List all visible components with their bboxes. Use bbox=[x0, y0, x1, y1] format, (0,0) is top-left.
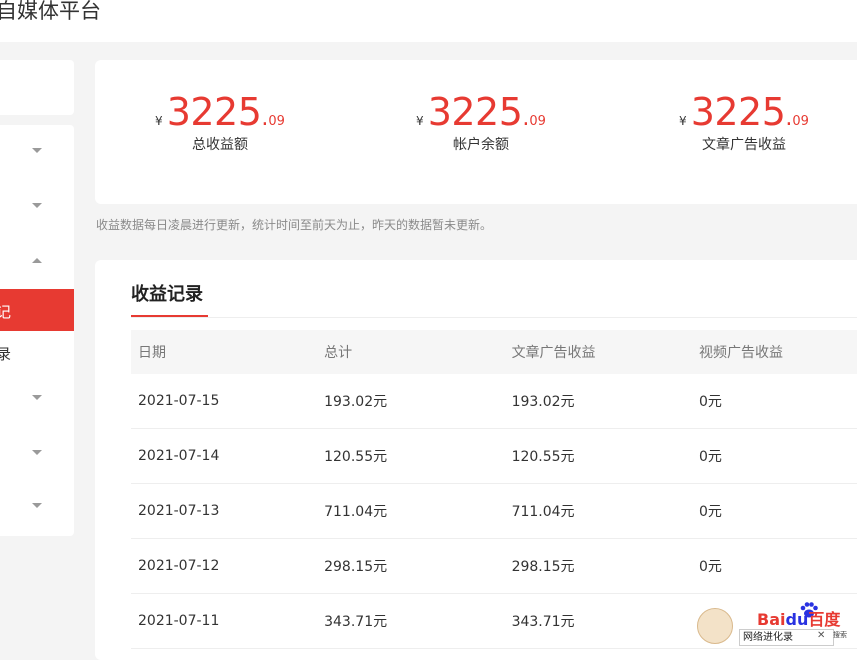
sidebar-item-7[interactable] bbox=[0, 432, 74, 474]
table-row: 2021-07-14 120.55元 120.55元 0元 bbox=[131, 428, 857, 484]
cell-date: 2021-07-15 bbox=[131, 374, 318, 429]
sidebar-item-label: 录 bbox=[0, 345, 12, 363]
cell-article-ad: 298.15元 bbox=[504, 538, 693, 594]
stats-card: ¥3225.09 总收益额 ¥3225.09 帐户余额 ¥3225.09 文章广… bbox=[95, 60, 857, 204]
sidebar-item-income-records[interactable]: 记 bbox=[0, 289, 74, 331]
table-row: 2021-07-12 298.15元 298.15元 0元 bbox=[131, 538, 857, 594]
chevron-down-icon bbox=[32, 395, 42, 400]
app-title: 自媒体平台 bbox=[0, 0, 101, 23]
chevron-down-icon bbox=[32, 148, 42, 153]
stat-article-ad-income: ¥3225.09 文章广告收益 bbox=[644, 90, 844, 154]
brand-part: Bai bbox=[757, 610, 786, 629]
top-bar: 自媒体平台 bbox=[0, 0, 857, 42]
sidebar-item-6[interactable] bbox=[0, 377, 74, 419]
cell-article-ad: 711.04元 bbox=[504, 483, 693, 539]
baidu-logo-text: Baidu百度 bbox=[757, 606, 840, 630]
stat-total-income: ¥3225.09 总收益额 bbox=[120, 90, 320, 154]
sidebar-item-3[interactable] bbox=[0, 240, 74, 282]
cell-total: 711.04元 bbox=[317, 483, 505, 539]
chevron-down-icon bbox=[32, 450, 42, 455]
watermark-search-button: 搜索 bbox=[833, 631, 847, 639]
cell-total: 120.55元 bbox=[317, 428, 505, 484]
cell-date: 2021-07-13 bbox=[131, 483, 318, 539]
sidebar-item-1[interactable] bbox=[0, 130, 74, 172]
chevron-up-icon bbox=[32, 258, 42, 263]
table-row: 2021-07-15 193.02元 193.02元 0元 bbox=[131, 374, 857, 429]
cell-date: 2021-07-12 bbox=[131, 538, 318, 594]
brand-part: du bbox=[785, 610, 809, 629]
stat-amount: ¥3225.09 bbox=[381, 90, 581, 134]
amount-integer: 3225 bbox=[690, 90, 786, 134]
baidu-watermark: Baidu百度 网络进化录 ✕ 搜索 bbox=[697, 598, 857, 648]
amount-decimal: 09 bbox=[268, 114, 285, 129]
sidebar-item-8[interactable] bbox=[0, 485, 74, 527]
amount-decimal: 09 bbox=[792, 114, 809, 129]
cell-video-ad: 0元 bbox=[692, 538, 857, 594]
cell-video-ad: 0元 bbox=[692, 428, 857, 484]
sidebar-header-panel bbox=[0, 60, 74, 115]
table-row: 2021-07-13 711.04元 711.04元 0元 bbox=[131, 483, 857, 539]
chevron-down-icon bbox=[32, 503, 42, 508]
cell-video-ad: 0元 bbox=[692, 483, 857, 539]
mascot-icon bbox=[697, 608, 733, 644]
amount-integer: 3225 bbox=[166, 90, 262, 134]
table-header-row: 日期 总计 文章广告收益 视频广告收益 bbox=[131, 330, 857, 374]
sidebar-menu: 记 录 bbox=[0, 125, 74, 536]
stat-account-balance: ¥3225.09 帐户余额 bbox=[381, 90, 581, 154]
stat-caption: 文章广告收益 bbox=[702, 137, 786, 153]
column-header-article-ad: 文章广告收益 bbox=[504, 330, 693, 374]
chevron-down-icon bbox=[32, 203, 42, 208]
cell-total: 193.02元 bbox=[317, 374, 505, 429]
cell-article-ad: 193.02元 bbox=[504, 374, 693, 429]
column-header-video-ad: 视频广告收益 bbox=[692, 330, 857, 374]
close-icon: ✕ bbox=[817, 630, 826, 641]
sidebar-item-5[interactable]: 录 bbox=[0, 331, 74, 373]
divider bbox=[131, 317, 857, 318]
cell-article-ad: 120.55元 bbox=[504, 428, 693, 484]
currency-symbol: ¥ bbox=[416, 114, 424, 128]
column-header-total: 总计 bbox=[317, 330, 505, 374]
update-notice: 收益数据每日凌晨进行更新，统计时间至前天为止，昨天的数据暂未更新。 bbox=[96, 218, 493, 232]
cell-total: 298.15元 bbox=[317, 538, 505, 594]
cell-date: 2021-07-11 bbox=[131, 593, 318, 649]
currency-symbol: ¥ bbox=[679, 114, 687, 128]
cell-date: 2021-07-14 bbox=[131, 428, 318, 484]
cell-video-ad: 0元 bbox=[692, 374, 857, 429]
amount-decimal: 09 bbox=[529, 114, 546, 129]
cell-total: 343.71元 bbox=[317, 593, 505, 649]
amount-integer: 3225 bbox=[427, 90, 523, 134]
cell-article-ad: 343.71元 bbox=[504, 593, 693, 649]
sidebar-item-label: 记 bbox=[0, 303, 12, 321]
stat-caption: 总收益额 bbox=[192, 137, 248, 153]
stat-amount: ¥3225.09 bbox=[120, 90, 320, 134]
stat-caption: 帐户余额 bbox=[453, 137, 509, 153]
records-title: 收益记录 bbox=[131, 284, 203, 305]
column-header-date: 日期 bbox=[131, 330, 318, 374]
stat-amount: ¥3225.09 bbox=[644, 90, 844, 134]
title-underline bbox=[131, 315, 208, 317]
sidebar-item-2[interactable] bbox=[0, 185, 74, 227]
brand-part: 百度 bbox=[808, 610, 841, 629]
currency-symbol: ¥ bbox=[155, 114, 163, 128]
